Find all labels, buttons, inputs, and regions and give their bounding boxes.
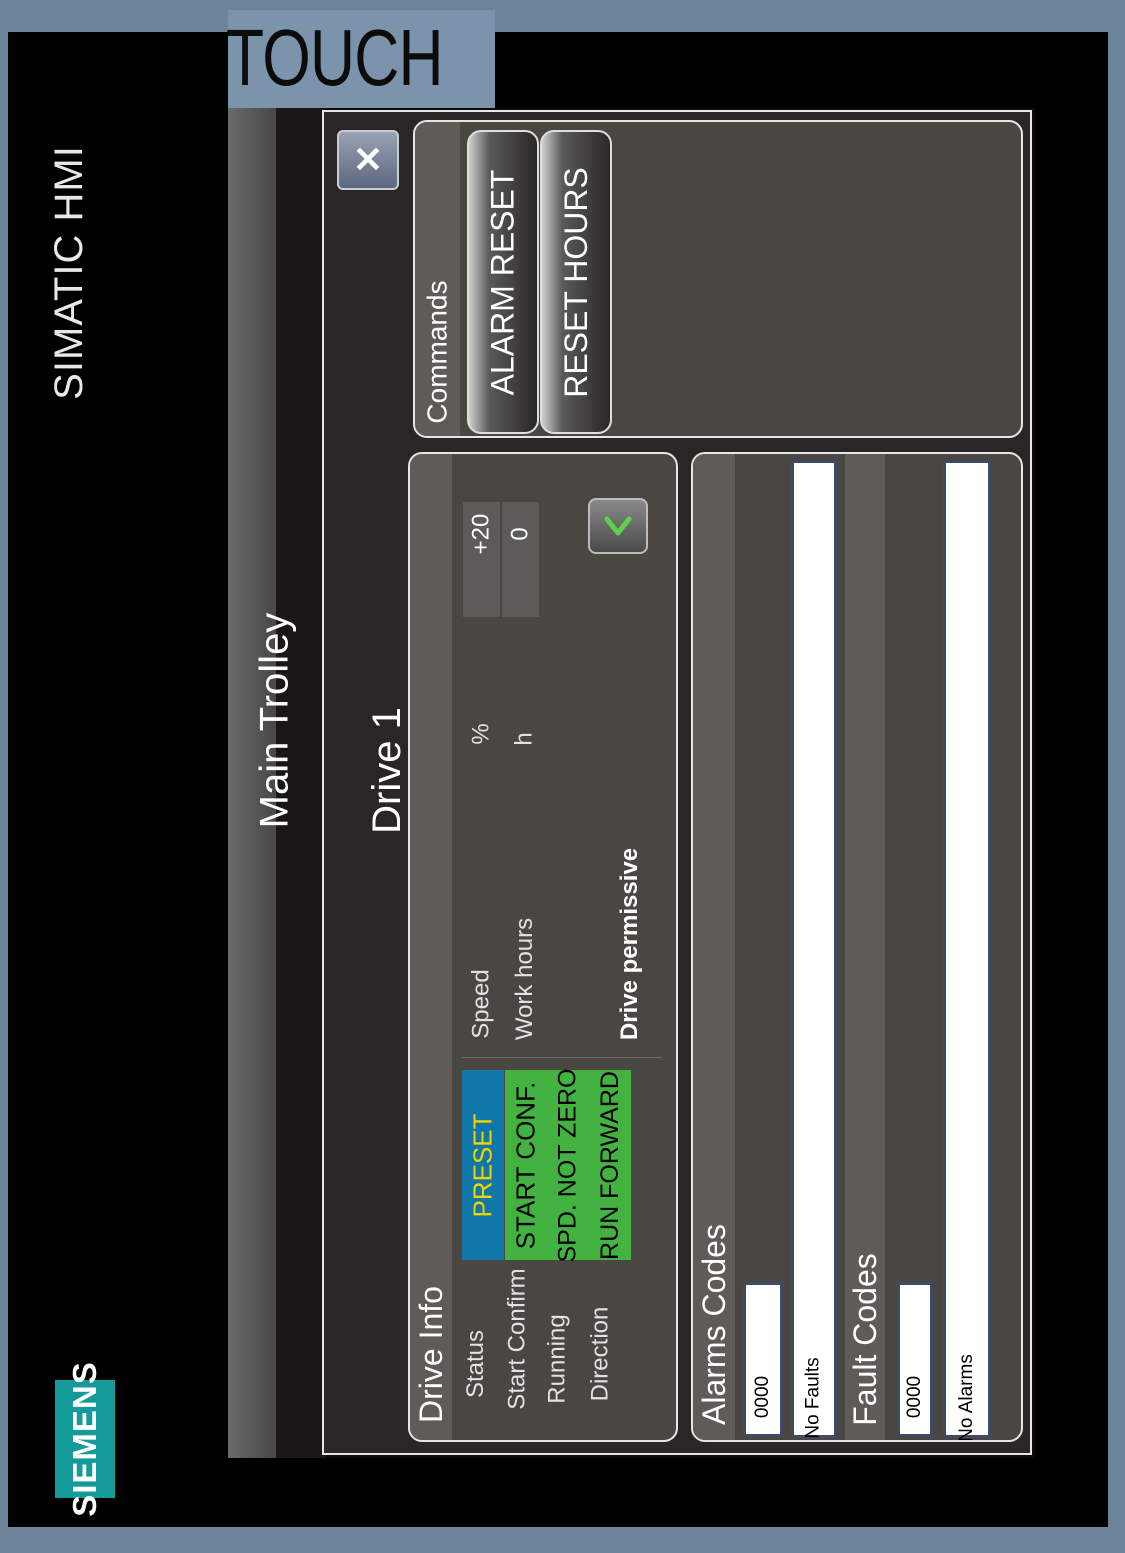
alarm-reset-label: ALARM RESET	[484, 169, 521, 395]
hours-unit-text: h	[510, 732, 538, 746]
alarms-codes-header: Alarms Codes	[693, 1214, 735, 1434]
screen-title-text: Main Trolley	[252, 612, 297, 828]
running-value: SPD. NOT ZERO	[553, 1067, 582, 1263]
status-label: Status	[456, 1294, 496, 1434]
fault-code-field: 0000	[897, 1282, 933, 1437]
reset-hours-label: RESET HOURS	[557, 166, 594, 398]
drive-permissive-button[interactable]	[588, 498, 648, 554]
running-indicator: SPD. NOT ZERO	[547, 1067, 589, 1263]
alarm-reset-button[interactable]: ALARM RESET	[467, 130, 539, 434]
drive-info-header-text: Drive Info	[412, 1285, 449, 1423]
popup-title-text: Drive 1	[364, 706, 409, 834]
work-hours-label: Work hours	[505, 904, 545, 1054]
start-confirm-indicator: START CONF.	[505, 1070, 547, 1260]
direction-indicator: RUN FORWARD	[589, 1070, 631, 1260]
close-button[interactable]: ✕	[337, 130, 399, 190]
speed-label: Speed	[462, 954, 502, 1054]
siemens-logo-text: SIEMENS	[66, 1361, 104, 1517]
drive-info-panel: Drive Info Status Start Confirm Running …	[408, 452, 678, 1442]
codes-panel: Alarms Codes Fault Codes 0000 No Faults …	[691, 452, 1023, 1442]
drive-permissive-label: Drive permissive	[605, 844, 655, 1044]
alarm-text-value: No Faults	[803, 1357, 824, 1439]
hours-unit: h	[505, 719, 545, 759]
screen-title: Main Trolley	[240, 560, 310, 880]
speed-unit: %	[462, 714, 502, 754]
drive-permissive-text: Drive permissive	[616, 847, 643, 1041]
hours-value: 0	[506, 527, 534, 541]
siemens-logo: SIEMENS	[55, 1361, 115, 1517]
commands-header: Commands	[415, 272, 460, 432]
alarm-code-field: 0000	[743, 1282, 783, 1437]
direction-label-text: Direction	[586, 1306, 614, 1402]
alarm-text-field: No Faults	[791, 460, 837, 1439]
drive-info-header: Drive Info	[410, 1274, 452, 1434]
running-label-text: Running	[544, 1314, 571, 1404]
reset-hours-button[interactable]: RESET HOURS	[540, 130, 612, 434]
alarm-code-value: 0000	[752, 1375, 773, 1419]
close-icon: ✕	[352, 139, 384, 180]
commands-panel: Commands ALARM RESET RESET HOURS	[413, 120, 1023, 438]
touch-label: TOUCH	[226, 13, 444, 102]
start-confirm-label-text: Start Confirm	[504, 1268, 531, 1410]
start-confirm-value: START CONF.	[510, 1081, 541, 1249]
simatic-hmi-text: SIMATIC HMI	[47, 144, 92, 400]
direction-value: RUN FORWARD	[595, 1070, 624, 1260]
alarms-codes-header-text: Alarms Codes	[695, 1223, 732, 1425]
direction-label: Direction	[580, 1274, 620, 1434]
speed-value-field: +20	[463, 502, 500, 617]
fault-codes-header: Fault Codes	[845, 1244, 885, 1434]
divider	[462, 1057, 662, 1058]
simatic-hmi-label: SIMATIC HMI	[32, 82, 107, 462]
status-value: PRESET	[467, 1112, 498, 1218]
speed-label-text: Speed	[468, 969, 495, 1039]
fault-text-value: No Alarms	[956, 1354, 978, 1442]
start-confirm-label: Start Confirm	[498, 1244, 538, 1434]
running-label: Running	[538, 1284, 578, 1434]
commands-header-text: Commands	[421, 280, 453, 424]
fault-text-field: No Alarms	[943, 460, 991, 1440]
work-hours-label-text: Work hours	[511, 917, 539, 1041]
fault-codes-header-text: Fault Codes	[846, 1252, 883, 1426]
status-indicator: PRESET	[462, 1070, 504, 1260]
speed-value: +20	[467, 513, 495, 555]
hours-value-field: 0	[502, 502, 539, 617]
check-icon	[604, 516, 632, 536]
speed-unit-text: %	[468, 723, 495, 745]
fault-code-value: 0000	[904, 1375, 925, 1419]
status-label-text: Status	[462, 1329, 490, 1399]
